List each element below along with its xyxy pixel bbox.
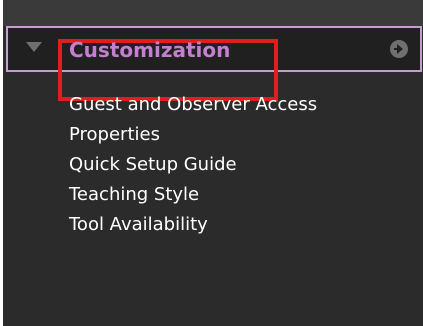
- top-strip: [3, 0, 423, 26]
- app-panel: Customization Guest and Observer Access …: [0, 0, 423, 326]
- caret-down-icon[interactable]: [26, 42, 42, 52]
- customization-menu: Customization Guest and Observer Access …: [3, 0, 423, 326]
- section-title[interactable]: Customization: [69, 38, 230, 62]
- menu-item-guest-observer-access[interactable]: Guest and Observer Access: [69, 90, 409, 120]
- arrow-right-circle-icon[interactable]: [390, 40, 408, 58]
- menu-item-properties[interactable]: Properties: [69, 120, 409, 150]
- menu-item-tool-availability[interactable]: Tool Availability: [69, 210, 409, 240]
- menu-item-quick-setup-guide[interactable]: Quick Setup Guide: [69, 150, 409, 180]
- menu-item-teaching-style[interactable]: Teaching Style: [69, 180, 409, 210]
- menu-items: Guest and Observer Access Properties Qui…: [69, 90, 409, 240]
